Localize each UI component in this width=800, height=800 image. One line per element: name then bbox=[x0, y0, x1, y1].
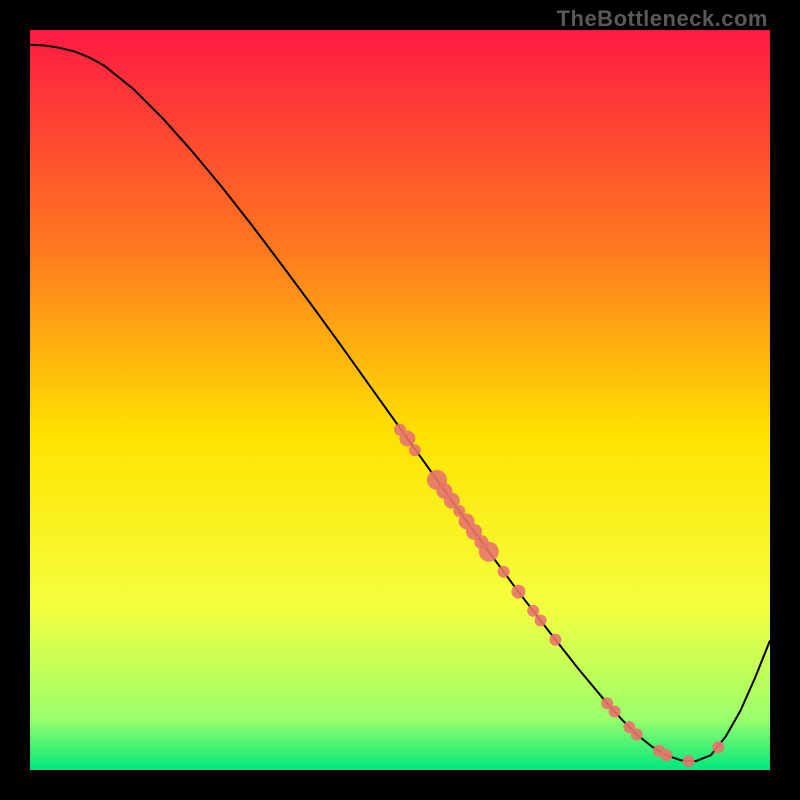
data-point bbox=[535, 615, 547, 627]
data-point bbox=[549, 634, 561, 646]
data-points-group bbox=[394, 424, 724, 767]
plot-area bbox=[30, 30, 770, 770]
data-point bbox=[527, 605, 539, 617]
data-point bbox=[498, 566, 510, 578]
data-point bbox=[712, 741, 724, 753]
watermark-text: TheBottleneck.com bbox=[557, 6, 768, 32]
data-point bbox=[660, 749, 672, 761]
curve-layer bbox=[30, 30, 770, 770]
data-point bbox=[683, 755, 695, 767]
data-point bbox=[399, 431, 415, 447]
bottleneck-curve bbox=[30, 45, 770, 761]
data-point bbox=[609, 706, 621, 718]
data-point bbox=[631, 729, 643, 741]
data-point bbox=[479, 542, 499, 562]
data-point bbox=[511, 585, 525, 599]
data-point bbox=[409, 444, 421, 456]
chart-container: TheBottleneck.com bbox=[0, 0, 800, 800]
